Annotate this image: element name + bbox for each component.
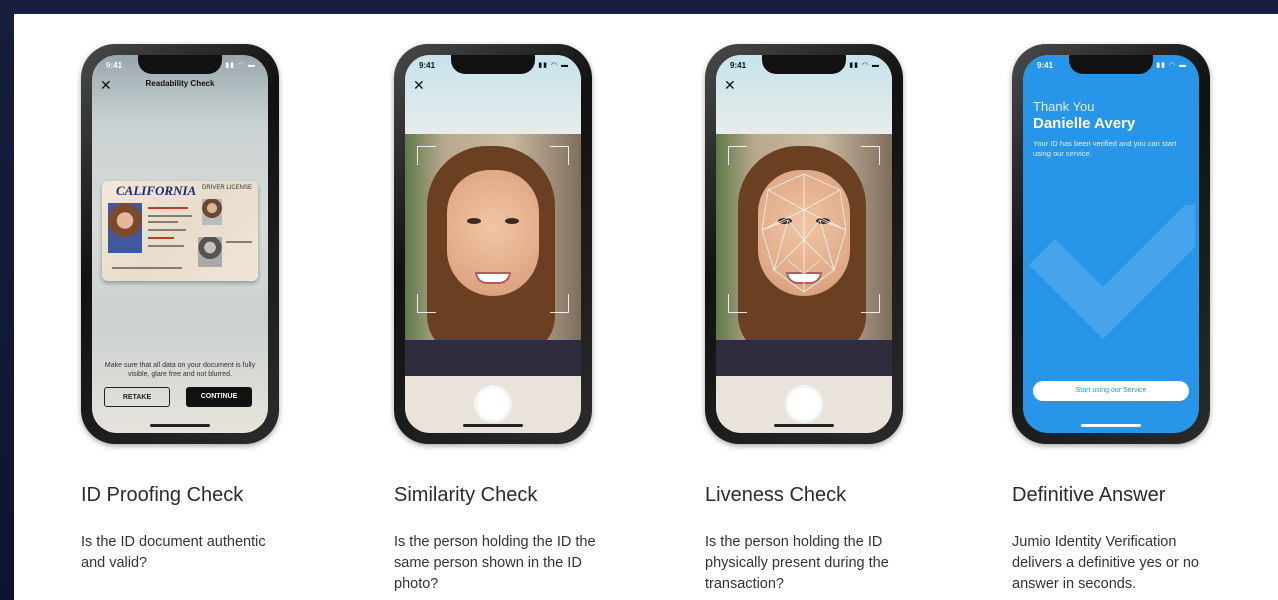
card-line — [226, 241, 252, 243]
phone-notch — [762, 55, 846, 74]
frame-corner — [728, 146, 747, 165]
screen-header: Readability Check — [145, 79, 215, 88]
page-background: 9:41 ▮▮ ◠ ▬ ✕ Readability Check CALIFORN… — [0, 0, 1278, 600]
card-photo — [108, 203, 142, 253]
step-title: ID Proofing Check — [81, 484, 244, 506]
selfie-camera-screen: 9:41 ▮▮ ◠ ▬ ✕ — [405, 55, 581, 433]
card-line — [148, 229, 186, 231]
instruction-text: Make sure that all data on your document… — [104, 362, 256, 378]
step-title: Definitive Answer — [1012, 484, 1166, 506]
step-description: Is the ID document authentic and valid? — [81, 534, 266, 571]
phone-mockup: 9:41 ▮▮ ◠ ▬ ✕ — [394, 44, 592, 444]
phone-mockup: 9:41 ▮▮ ◠ ▬ Thank You Danielle Avery You… — [1012, 44, 1210, 444]
close-icon[interactable]: ✕ — [413, 77, 425, 94]
liveness-photo — [716, 134, 892, 376]
phone-mockup: 9:41 ▮▮ ◠ ▬ ✕ — [705, 44, 903, 444]
step-description: Is the person holding the ID physically … — [705, 534, 889, 592]
card-line — [148, 221, 178, 223]
close-icon[interactable]: ✕ — [724, 77, 736, 94]
status-time: 9:41 — [419, 61, 436, 70]
step-title: Similarity Check — [394, 484, 538, 506]
eye-shape — [505, 218, 519, 224]
readability-check-screen: 9:41 ▮▮ ◠ ▬ ✕ Readability Check CALIFORN… — [92, 55, 268, 433]
selfie-photo — [405, 134, 581, 376]
frame-corner — [417, 294, 436, 313]
status-time: 9:41 — [1037, 61, 1054, 70]
shirt-shape — [716, 340, 892, 376]
status-time: 9:41 — [106, 61, 123, 70]
status-icons: ▮▮ ◠ ▬ — [849, 62, 880, 69]
id-card-image: CALIFORNIA DRIVER LICENSE — [102, 181, 258, 281]
frame-corner — [728, 294, 747, 313]
home-indicator — [1081, 424, 1141, 427]
status-icons: ▮▮ ◠ ▬ — [538, 62, 569, 69]
frame-corner — [550, 146, 569, 165]
home-indicator — [150, 424, 210, 427]
card-line — [148, 245, 184, 247]
face-mesh-overlay — [761, 173, 847, 293]
step-description: Is the person holding the ID the same pe… — [394, 534, 596, 592]
card-state: CALIFORNIA — [116, 183, 197, 198]
card-line — [148, 237, 174, 239]
home-indicator — [463, 424, 523, 427]
frame-corner — [550, 294, 569, 313]
start-service-button[interactable]: Start using our Service — [1033, 381, 1189, 401]
card-photo-ghost — [198, 237, 222, 267]
frame-corner — [417, 146, 436, 165]
shutter-button[interactable] — [788, 388, 820, 420]
home-indicator — [774, 424, 834, 427]
card-type: DRIVER LICENSE — [201, 185, 252, 191]
step-title: Liveness Check — [705, 484, 847, 506]
user-name: Danielle Avery — [1033, 115, 1136, 132]
thank-you-text: Thank You — [1033, 99, 1095, 114]
eye-shape — [467, 218, 481, 224]
frame-corner — [861, 294, 880, 313]
continue-button[interactable]: CONTINUE — [186, 387, 252, 407]
phone-notch — [451, 55, 535, 74]
phone-notch — [138, 55, 222, 74]
step-description: Jumio Identity Verification delivers a d… — [1012, 534, 1199, 592]
shirt-shape — [405, 340, 581, 376]
checkmark-icon — [1029, 205, 1195, 339]
verification-result-screen: 9:41 ▮▮ ◠ ▬ Thank You Danielle Avery You… — [1023, 55, 1199, 433]
card-photo-small — [202, 199, 222, 225]
phone-notch — [1069, 55, 1153, 74]
status-icons: ▮▮ ◠ ▬ — [225, 62, 256, 69]
frame-corner — [861, 146, 880, 165]
phone-mockup: 9:41 ▮▮ ◠ ▬ ✕ Readability Check CALIFORN… — [81, 44, 279, 444]
content-panel: 9:41 ▮▮ ◠ ▬ ✕ Readability Check CALIFORN… — [14, 14, 1278, 600]
card-line — [112, 267, 182, 269]
retake-button[interactable]: RETAKE — [104, 387, 170, 407]
shutter-button[interactable] — [477, 388, 509, 420]
status-time: 9:41 — [730, 61, 747, 70]
status-icons: ▮▮ ◠ ▬ — [1156, 62, 1187, 69]
liveness-camera-screen: 9:41 ▮▮ ◠ ▬ ✕ — [716, 55, 892, 433]
card-line — [148, 207, 188, 209]
card-line — [148, 215, 192, 217]
verified-text: Your ID has been verified and you can st… — [1033, 139, 1177, 158]
